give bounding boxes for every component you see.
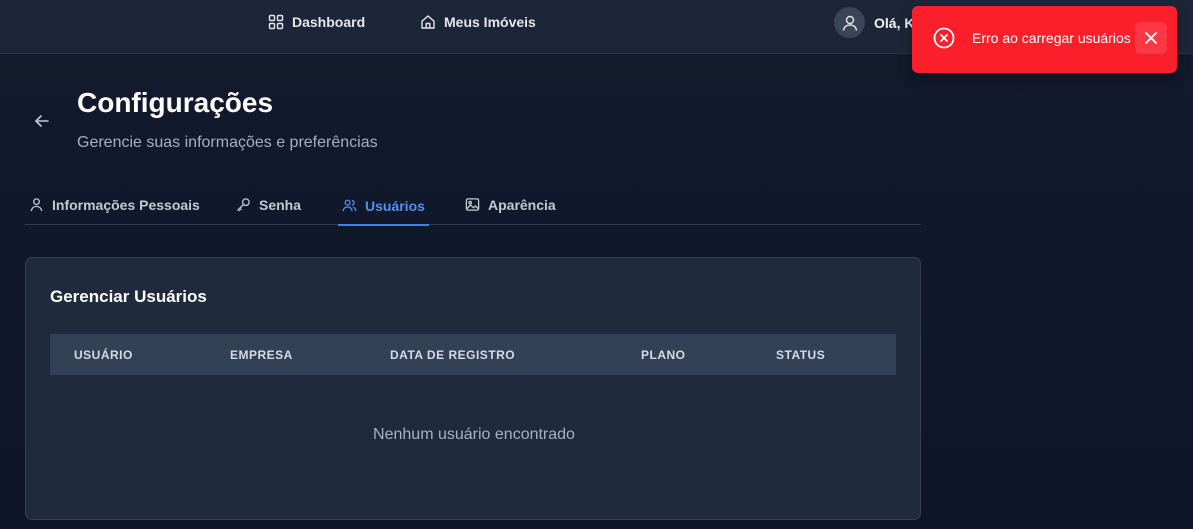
tab-informacoes-pessoais[interactable]: Informações Pessoais — [29, 186, 200, 225]
key-icon — [237, 198, 250, 212]
tab-label: Usuários — [365, 197, 425, 214]
nav-meus-imoveis-link[interactable]: Meus Imóveis — [420, 12, 536, 32]
column-header-plano: PLANO — [641, 348, 686, 362]
nav-dashboard-label: Dashboard — [292, 14, 366, 30]
user-greeting: Olá, K — [874, 14, 915, 31]
page-subtitle: Gerencie suas informações e preferências — [77, 134, 378, 151]
user-menu[interactable]: Olá, K — [834, 7, 914, 38]
home-icon — [421, 15, 435, 29]
image-icon — [465, 198, 480, 211]
avatar — [834, 7, 865, 38]
tab-label: Aparência — [488, 196, 556, 213]
column-header-data-registro: DATA DE REGISTRO — [390, 348, 516, 362]
column-header-status: STATUS — [776, 348, 826, 362]
card-title: Gerenciar Usuários — [50, 287, 207, 306]
page-title: Configurações — [77, 87, 274, 118]
users-table-header: USUÁRIO EMPRESA DATA DE REGISTRO PLANO S… — [50, 334, 896, 375]
error-circle-icon — [933, 27, 955, 49]
empty-state-message: Nenhum usuário encontrado — [373, 426, 575, 443]
dashboard-grid-icon — [268, 14, 284, 30]
toast-close-button[interactable] — [1135, 22, 1167, 54]
arrow-left-icon — [35, 115, 49, 127]
settings-tabs: Informações Pessoais Senha Usuários Apar… — [25, 186, 921, 226]
column-header-empresa: EMPRESA — [230, 348, 293, 362]
close-icon — [1145, 32, 1157, 44]
column-header-usuario: USUÁRIO — [74, 348, 133, 362]
tab-label: Senha — [259, 196, 302, 213]
users-icon — [342, 199, 357, 212]
error-toast: Erro ao carregar usuários — [912, 6, 1177, 73]
nav-meus-imoveis-label: Meus Imóveis — [444, 14, 536, 30]
tab-aparencia[interactable]: Aparência — [465, 186, 556, 225]
nav-dashboard-link[interactable]: Dashboard — [268, 12, 365, 32]
toast-message: Erro ao carregar usuários — [972, 30, 1131, 46]
user-icon — [30, 198, 43, 212]
manage-users-card: Gerenciar Usuários USUÁRIO EMPRESA DATA … — [25, 257, 921, 520]
back-button[interactable] — [31, 110, 53, 132]
tab-senha[interactable]: Senha — [236, 186, 301, 225]
user-avatar-icon — [842, 15, 857, 31]
tab-label: Informações Pessoais — [52, 196, 200, 213]
tab-usuarios[interactable]: Usuários — [338, 186, 429, 226]
